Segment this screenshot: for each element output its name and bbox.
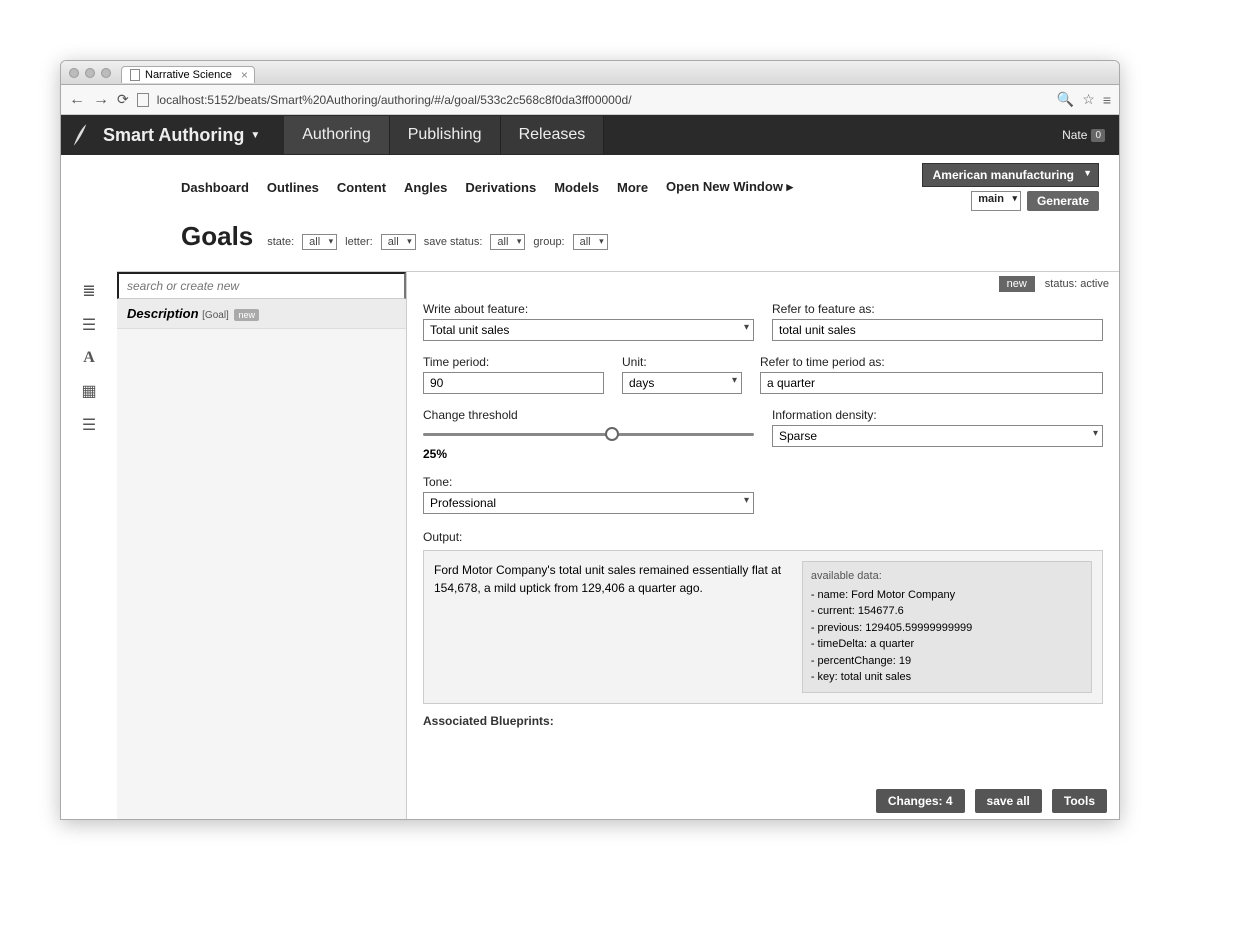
page-icon [130,69,140,81]
forward-button[interactable]: → [93,91,109,109]
feature-label: Write about feature: [423,302,754,316]
reload-button[interactable]: ⟳ [117,91,129,108]
subnav-angles[interactable]: Angles [404,180,447,195]
brand-name[interactable]: Smart Authoring [103,125,244,146]
list-item-new-badge: new [234,309,259,321]
filter-bar: Goals state: all letter: all save status… [61,217,1119,262]
rail-lines-icon[interactable]: ≣ [82,281,95,301]
status-label: status: active [1045,278,1109,290]
new-button[interactable]: new [999,276,1035,292]
list-item-title: Description [127,306,199,321]
time-input[interactable] [423,372,604,394]
density-label: Information density: [772,408,1103,422]
nav-releases[interactable]: Releases [501,116,605,154]
state-label: state: [267,236,294,248]
window-controls[interactable] [69,68,111,78]
unit-label: Unit: [622,355,742,369]
subnav-models[interactable]: Models [554,180,599,195]
letter-label: letter: [345,236,373,248]
project-select[interactable]: American manufacturing [922,163,1099,187]
refer-time-input[interactable] [760,372,1103,394]
save-all-button[interactable]: save all [975,789,1042,813]
density-select[interactable]: Sparse [772,425,1103,447]
browser-tab[interactable]: Narrative Science × [121,66,255,83]
list-item-type: [Goal] [202,310,229,321]
avail-line: - name: Ford Motor Company [811,587,1083,604]
browser-window: Narrative Science × ← → ⟳ localhost:5152… [60,60,1120,820]
generate-button[interactable]: Generate [1027,191,1099,211]
time-label: Time period: [423,355,604,369]
threshold-label: Change threshold [423,408,754,422]
nav-authoring[interactable]: Authoring [284,116,390,154]
subnav-content[interactable]: Content [337,180,386,195]
user-name: Nate [1062,128,1087,142]
logo-feather-icon [71,122,89,148]
subnav-derivations[interactable]: Derivations [465,180,536,195]
back-button[interactable]: ← [69,91,85,109]
top-nav: Authoring Publishing Releases [284,116,604,154]
subnav-open-window[interactable]: Open New Window ▸ [666,179,793,195]
letter-select[interactable]: all [381,234,416,250]
rail-text-icon[interactable]: A [83,349,95,367]
unit-select[interactable]: days [622,372,742,394]
brand-dropdown-icon[interactable]: ▼ [250,130,260,141]
nav-publishing[interactable]: Publishing [390,116,501,154]
page-icon [137,93,149,107]
close-tab-icon[interactable]: × [241,68,248,82]
sub-nav: Dashboard Outlines Content Angles Deriva… [61,155,1119,217]
output-label: Output: [423,530,462,544]
avail-line: - current: 154677.6 [811,603,1083,620]
available-data-header: available data: [811,568,1083,585]
zoom-icon[interactable]: 🔍 [1057,91,1074,108]
save-select[interactable]: all [490,234,525,250]
tone-select[interactable]: Professional [423,492,754,514]
avail-line: - percentChange: 19 [811,653,1083,670]
footer-bar: Changes: 4 save all Tools [876,783,1107,819]
menu-icon[interactable]: ≡ [1103,92,1111,108]
refer-feature-input[interactable] [772,319,1103,341]
rail-indent-icon[interactable]: ☰ [82,315,96,335]
threshold-value: 25% [423,447,754,461]
tone-label: Tone: [423,475,754,489]
subnav-outlines[interactable]: Outlines [267,180,319,195]
star-icon[interactable]: ☆ [1082,91,1095,108]
rail-list-icon[interactable]: ☰ [82,415,96,435]
feature-select[interactable]: Total unit sales [423,319,754,341]
tab-title: Narrative Science [145,69,232,81]
refer-feature-label: Refer to feature as: [772,302,1103,316]
group-label: group: [533,236,564,248]
user-menu[interactable]: Nate 0 [1062,128,1105,142]
address-bar: ← → ⟳ localhost:5152/beats/Smart%20Autho… [61,85,1119,115]
app-header: Smart Authoring ▼ Authoring Publishing R… [61,115,1119,155]
group-select[interactable]: all [573,234,608,250]
user-badge: 0 [1091,129,1105,142]
page-title: Goals [181,221,253,252]
list-empty-area [117,329,406,819]
avail-line: - previous: 129405.59999999999 [811,620,1083,637]
threshold-slider[interactable] [423,425,754,443]
titlebar: Narrative Science × [61,61,1119,85]
content-area: ≣ ☰ A ▦ ☰ Description [Goal] new new sta… [61,271,1119,819]
associated-blueprints-label: Associated Blueprints: [423,714,1103,728]
url-text[interactable]: localhost:5152/beats/Smart%20Authoring/a… [157,93,1049,107]
list-item[interactable]: Description [Goal] new [117,299,406,329]
save-label: save status: [424,236,483,248]
tool-rail: ≣ ☰ A ▦ ☰ [61,271,117,819]
tools-button[interactable]: Tools [1052,789,1107,813]
goal-list: Description [Goal] new [117,271,407,819]
output-text: Ford Motor Company's total unit sales re… [434,561,788,693]
avail-line: - key: total unit sales [811,669,1083,686]
state-select[interactable]: all [302,234,337,250]
rail-calendar-icon[interactable]: ▦ [81,381,96,401]
available-data-box: available data: - name: Ford Motor Compa… [802,561,1092,693]
refer-time-label: Refer to time period as: [760,355,1103,369]
subnav-more[interactable]: More [617,180,648,195]
subnav-dashboard[interactable]: Dashboard [181,180,249,195]
output-box: Ford Motor Company's total unit sales re… [423,550,1103,704]
branch-select[interactable]: main [971,191,1021,211]
changes-button[interactable]: Changes: 4 [876,789,965,813]
search-input[interactable] [117,272,406,299]
avail-line: - timeDelta: a quarter [811,636,1083,653]
editor-panel: new status: active Write about feature: … [407,271,1119,819]
